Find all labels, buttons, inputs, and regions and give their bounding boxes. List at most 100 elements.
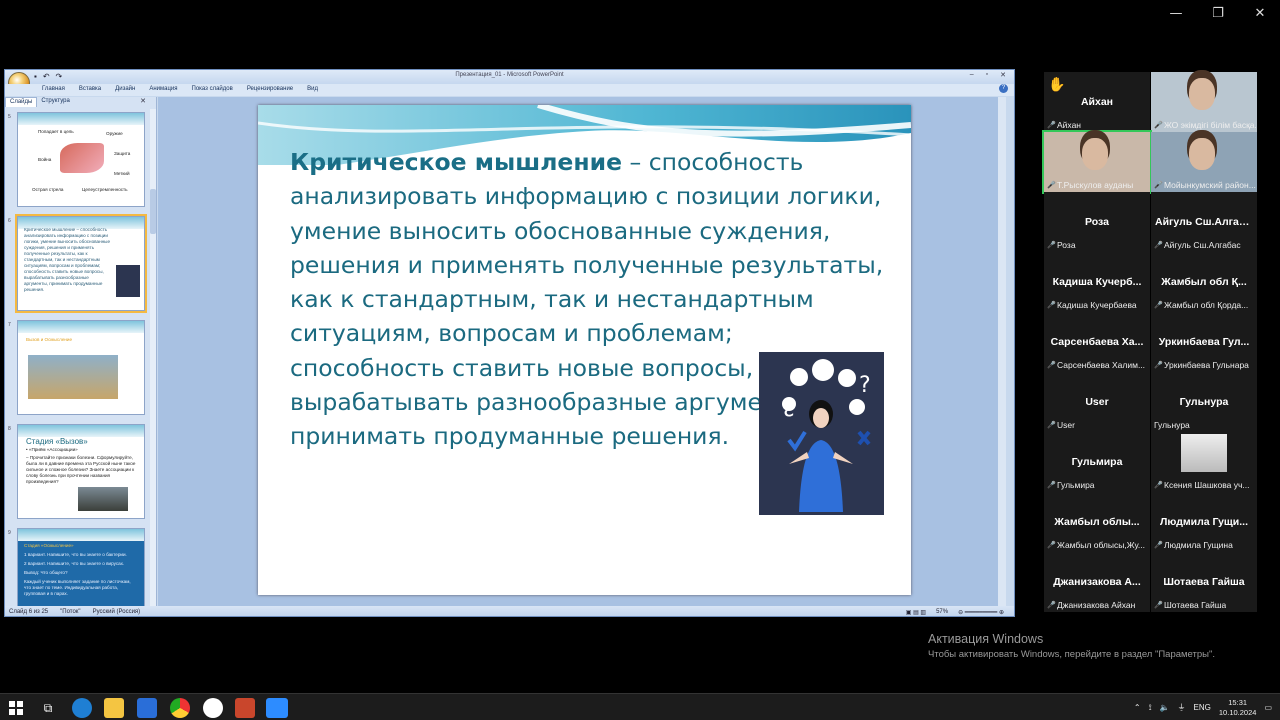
mic-muted-icon: 🎤 (1047, 181, 1056, 189)
restore-button[interactable]: ❐ (1208, 6, 1228, 21)
participant-tile[interactable]: 🎤 ЖО экімдігі білім басқа... (1151, 72, 1257, 132)
ribbon-tab[interactable]: Главная (35, 84, 72, 96)
current-slide[interactable]: Критическое мышление – способность анали… (258, 105, 911, 595)
bow-arrow-image (60, 143, 104, 173)
file-explorer-icon[interactable] (104, 698, 124, 718)
ribbon-tabs: Главная Вставка Дизайн Анимация Показ слайдо… (5, 84, 1014, 96)
mic-muted-icon: 🎤 (1047, 241, 1056, 249)
usb-icon[interactable]: ⏚ (1178, 702, 1186, 713)
edge-icon[interactable] (72, 698, 92, 718)
participant-tile[interactable]: Гульнура Гульнура (1151, 372, 1257, 432)
ribbon-tab[interactable]: Дизайн (108, 84, 142, 96)
volume-icon[interactable]: 🔈 (1160, 703, 1170, 712)
participant-tile[interactable]: 🎤 Т.Рыскулов ауданы (1042, 130, 1152, 194)
powerpoint-icon[interactable] (235, 698, 255, 718)
participant-label-text: Сарсенбаева Халим... (1057, 360, 1146, 370)
participant-tile[interactable]: Людмила Гущи... 🎤 Людмила Гущина (1151, 492, 1257, 552)
participant-name: Айхан (1080, 96, 1114, 108)
slide-scrollbar[interactable] (998, 97, 1006, 606)
participant-tile[interactable]: User 🎤 User (1044, 372, 1150, 432)
chevron-up-icon[interactable]: ⌃ (1134, 703, 1141, 712)
tab-outline[interactable]: Структура (37, 97, 73, 107)
participant-label-text: Шотаева Гайша (1164, 600, 1227, 610)
participant-tile[interactable]: Кадиша Кучерб... 🎤 Кадиша Кучербаева (1044, 252, 1150, 312)
participant-label: 🎤 Мойынкумский район... (1154, 180, 1256, 190)
close-button[interactable]: ✕ (1250, 6, 1270, 21)
participant-tile[interactable]: Жамбыл обл Қ... 🎤 Жамбыл обл Қорда... (1151, 252, 1257, 312)
redo-icon[interactable]: ↷ (56, 72, 63, 81)
ppt-minimize-button[interactable]: – (970, 71, 974, 79)
slide-thumbnail[interactable]: Стадия «Осмысление» 1 вариант. Напишите, … (17, 528, 145, 606)
participant-label: 🎤 Жамбыл облысы,Жу... (1047, 540, 1145, 550)
participant-tile[interactable]: Шотаева Гайша 🎤 Шотаева Гайша (1151, 552, 1257, 612)
ribbon-tab[interactable]: Рецензирование (240, 84, 300, 96)
ribbon-tab[interactable]: Вставка (72, 84, 108, 96)
participant-tile[interactable]: 🎤 Ксения Шашкова уч... (1151, 432, 1257, 492)
ppt-maximize-button[interactable]: ▫ (986, 71, 988, 79)
participant-label: 🎤 User (1047, 420, 1075, 430)
start-icon[interactable] (6, 698, 26, 718)
task-view-icon[interactable]: ⧉ (38, 698, 58, 718)
ppt-close-button[interactable]: ✕ (1000, 71, 1006, 79)
participant-tile[interactable]: Жамбыл облы... 🎤 Жамбыл облысы,Жу... (1044, 492, 1150, 552)
mic-muted-icon: 🎤 (1047, 421, 1056, 429)
save-icon[interactable]: ▪ (34, 72, 37, 81)
participant-label: 🎤 Айгуль Сш.Алгабас (1154, 240, 1241, 250)
participant-tile[interactable]: Уркинбаева Гул... 🎤 Уркинбаева Гульнара (1151, 312, 1257, 372)
slide-thumbnail[interactable]: Вызов и Осмысление (17, 320, 145, 415)
participant-label: 🎤 Шотаева Гайша (1154, 600, 1226, 610)
participant-label: 🎤 Джанизакова Айхан (1047, 600, 1135, 610)
participant-name: Джанизакова А... (1053, 576, 1141, 588)
ribbon-tab[interactable]: Анимация (142, 84, 184, 96)
slide-thumbnail[interactable]: Критическое мышление – способность анали… (15, 214, 147, 313)
help-icon[interactable]: ? (999, 84, 1008, 93)
zoom-icon[interactable] (266, 698, 288, 718)
thumb-text: 2 вариант. Напишите, что вы знаете о вир… (24, 561, 125, 566)
chrome-icon[interactable] (170, 698, 190, 718)
remote-app-icon[interactable] (137, 698, 157, 718)
participant-tile[interactable]: ✋ Айхан 🎤 Айхан (1044, 72, 1150, 132)
language[interactable]: Русский (Россия) (93, 609, 141, 615)
notifications-icon[interactable]: ▭ (1264, 703, 1272, 712)
close-icon[interactable]: ✕ (140, 97, 146, 105)
network-icon[interactable]: ⟟ (1149, 703, 1152, 713)
participant-tile[interactable]: Роза 🎤 Роза (1044, 192, 1150, 252)
slide-thumbnail[interactable]: Стадия «Вызов» • «Приём «Ассоциации» – Про… (17, 424, 145, 519)
thumb-text: Каждый ученик выполняет задание по листо… (24, 579, 131, 596)
quick-access-toolbar: ▪ ↶ ↷ (34, 72, 62, 81)
clock[interactable]: 15:31 10.10.2024 (1219, 698, 1257, 718)
mic-muted-icon: 🎤 (1047, 481, 1056, 489)
participant-tile[interactable]: Сарсенбаева Ха... 🎤 Сарсенбаева Халим... (1044, 312, 1150, 372)
windows-activation-watermark: Активация Windows Чтобы активировать Win… (928, 632, 1215, 660)
participant-label-text: Айхан (1057, 120, 1081, 130)
participant-label-text: Гульнура (1154, 420, 1190, 430)
mic-muted-icon: 🎤 (1047, 301, 1056, 309)
undo-icon[interactable]: ↶ (43, 72, 50, 81)
thumb-text: Вывод: Что общего? (24, 570, 68, 575)
ribbon-tab[interactable]: Вид (300, 84, 325, 96)
participant-name: Жамбыл облы... (1054, 516, 1140, 528)
minimize-button[interactable]: — (1166, 6, 1186, 21)
keyboard-language[interactable]: ENG (1194, 703, 1211, 712)
participant-tile[interactable]: Гульмира 🎤 Гульмира (1044, 432, 1150, 492)
zoom-slider[interactable]: ⊖ ━━━━━━━━━ ⊕ (958, 609, 1004, 616)
zoom-level[interactable]: 57% (936, 609, 948, 616)
slide-thumbnail[interactable]: Попадает в цель Оружие Война Защита Меткий Ос… (17, 112, 145, 207)
participants-gallery: ✋ Айхан 🎤 Айхан 🎤 ЖО экімдігі білім басқа... 🎤… (1042, 72, 1259, 616)
participant-tile[interactable]: Айгуль Сш.Алгаба... 🎤 Айгуль Сш.Алгабас (1151, 192, 1257, 252)
pane-scrollbar[interactable] (150, 109, 156, 606)
yandex-browser-icon[interactable] (203, 698, 223, 718)
participant-label-text: Гульмира (1057, 480, 1095, 490)
participant-tile[interactable]: 🎤 Мойынкумский район... (1151, 132, 1257, 192)
thumb-number: 5 (8, 114, 11, 120)
view-buttons[interactable]: ▣ ▤ ▥ (906, 609, 926, 616)
participant-label-text: Уркинбаева Гульнара (1164, 360, 1249, 370)
thumb-number: 7 (8, 322, 11, 328)
participant-name: Кадиша Кучерб... (1052, 276, 1142, 288)
mic-muted-icon: 🎤 (1154, 481, 1163, 489)
tab-slides[interactable]: Слайды (5, 97, 38, 107)
participant-tile[interactable]: Джанизакова А... 🎤 Джанизакова Айхан (1044, 552, 1150, 612)
ribbon-tab[interactable]: Показ слайдов (185, 84, 240, 96)
thinking-person-image[interactable]: ¿ ? (759, 352, 884, 515)
participant-label-text: User (1057, 420, 1075, 430)
